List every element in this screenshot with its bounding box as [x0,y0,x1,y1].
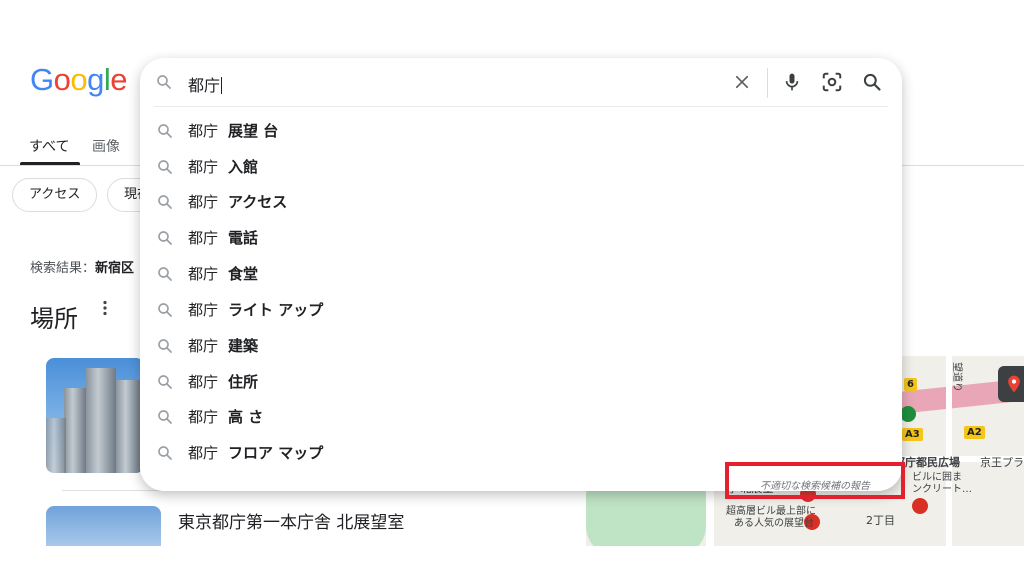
dropdown-divider [154,106,888,107]
text-caret [221,77,223,94]
results-for-location: 検索結果：新宿区 [30,261,135,276]
search-icon [158,159,172,174]
map-marker-a2: A2 [964,426,985,439]
map-marker-a3: A3 [902,428,923,441]
highlight-annotation-box [725,462,905,499]
camera-lens-icon[interactable] [820,70,844,94]
suggestion-item[interactable]: 都庁 食堂 [154,256,888,291]
suggestion-item[interactable]: 都庁 電話 [154,220,888,255]
search-icon [158,194,172,209]
tab-all[interactable]: すべて [29,136,69,156]
map-marker-6: 6 [904,378,917,391]
suggestion-item[interactable]: 都庁 ライト アップ [154,292,888,327]
more-options-icon[interactable] [102,300,108,319]
google-logo[interactable]: Google [30,62,128,98]
maps-app-icon[interactable] [998,366,1024,402]
search-icon [158,374,172,389]
search-icon [158,338,172,353]
places-heading: 場所 [30,305,78,333]
search-input[interactable]: 都庁 [188,72,223,96]
search-submit-icon[interactable] [860,70,884,94]
search-icon [158,445,172,460]
suggestion-item[interactable]: 都庁高 さ [154,399,888,434]
search-icon [158,230,172,245]
suggestion-item[interactable]: 都庁 入館 [154,149,888,184]
suggestion-item[interactable]: 都庁 建築 [154,328,888,363]
search-icon [152,70,176,94]
search-icon [158,123,172,138]
search-icon [158,409,172,424]
search-icon [158,302,172,317]
place-photo-tokyo-govt-building[interactable] [46,358,144,473]
search-icon [158,266,172,281]
close-icon[interactable] [730,70,754,94]
map-pin-red[interactable] [912,498,928,514]
suggestion-item[interactable]: 都庁 展望 台 [154,113,888,148]
microphone-icon[interactable] [780,70,804,94]
place-photo-north-observatory[interactable] [46,506,161,546]
place-name[interactable]: 東京都庁第一本庁舎 北展望室 [178,508,404,533]
suggestion-item[interactable]: 都庁 アクセス [154,184,888,219]
tab-images[interactable]: 画像 [92,136,120,156]
chip-access[interactable]: アクセス [12,178,98,212]
map-pin-green[interactable] [900,406,916,422]
search-bar-divider [767,68,768,98]
suggestion-item[interactable]: 都庁 住所 [154,364,888,399]
